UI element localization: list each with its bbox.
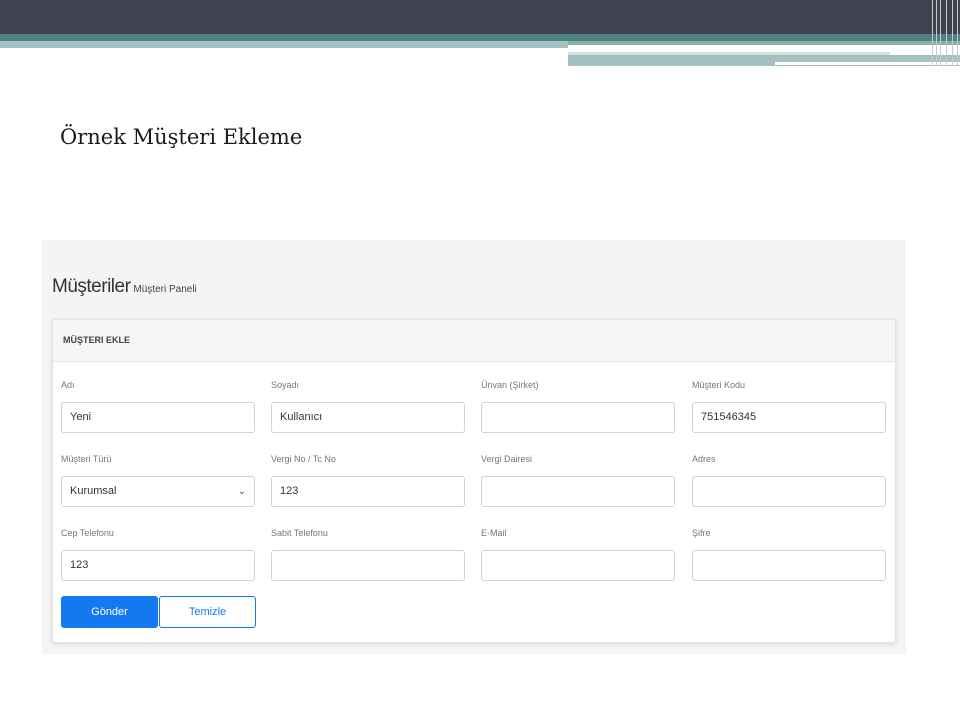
field-label-ad: Adı <box>61 380 75 390</box>
customer-code-input[interactable]: 751546345 <box>692 402 886 433</box>
reset-button[interactable]: Temizle <box>159 596 256 628</box>
field-label-email: E-Mail <box>481 528 507 538</box>
field-label-sabit-telefonu: Sabit Telefonu <box>271 528 328 538</box>
submit-button[interactable]: Gönder <box>61 596 158 628</box>
customer-type-select[interactable]: Kurumsal ⌄ <box>61 476 255 507</box>
customer-form-card: MÜŞTERI EKLE Adı Yeni Soyadı Kullanıcı Ü… <box>52 319 896 643</box>
password-input[interactable] <box>692 550 886 581</box>
card-title: MÜŞTERI EKLE <box>53 320 895 362</box>
address-input[interactable] <box>692 476 886 507</box>
email-input[interactable] <box>481 550 675 581</box>
slide-title: Örnek Müşteri Ekleme <box>60 125 303 149</box>
field-label-musteri-turu: Müşteri Türü <box>61 454 112 464</box>
field-label-adres: Adres <box>692 454 716 464</box>
field-label-soyad: Soyadı <box>271 380 300 390</box>
chevron-down-icon: ⌄ <box>237 486 246 497</box>
field-label-vergi-no: Vergi No / Tc No <box>271 454 336 464</box>
page-subtitle: Müşteri Paneli <box>133 284 197 295</box>
customer-type-value: Kurumsal <box>70 485 117 497</box>
field-label-cep-telefonu: Cep Telefonu <box>61 528 114 538</box>
tax-number-input[interactable]: 123 <box>271 476 465 507</box>
mobile-phone-input[interactable]: 123 <box>61 550 255 581</box>
field-label-unvan: Ünvan (Şirket) <box>481 380 539 390</box>
slide-header-lines <box>930 0 960 66</box>
slide-header-stripe <box>0 41 568 48</box>
landline-phone-input[interactable] <box>271 550 465 581</box>
page-title: Müşteriler <box>52 276 131 297</box>
slide-header-stripe-right <box>568 41 960 45</box>
first-name-input[interactable]: Yeni <box>61 402 255 433</box>
company-title-input[interactable] <box>481 402 675 433</box>
field-label-sifre: Şifre <box>692 528 711 538</box>
page-header: Müşteriler Müşteri Paneli <box>52 276 197 298</box>
slide-header-bar <box>0 0 960 34</box>
app-screenshot: Müşteriler Müşteri Paneli MÜŞTERI EKLE Ad… <box>42 240 906 654</box>
last-name-input[interactable]: Kullanıcı <box>271 402 465 433</box>
tax-office-input[interactable] <box>481 476 675 507</box>
field-label-vergi-dairesi: Vergi Dairesi <box>481 454 533 464</box>
slide-header-accent <box>0 34 960 41</box>
field-label-musteri-kodu: Müşteri Kodu <box>692 380 746 390</box>
